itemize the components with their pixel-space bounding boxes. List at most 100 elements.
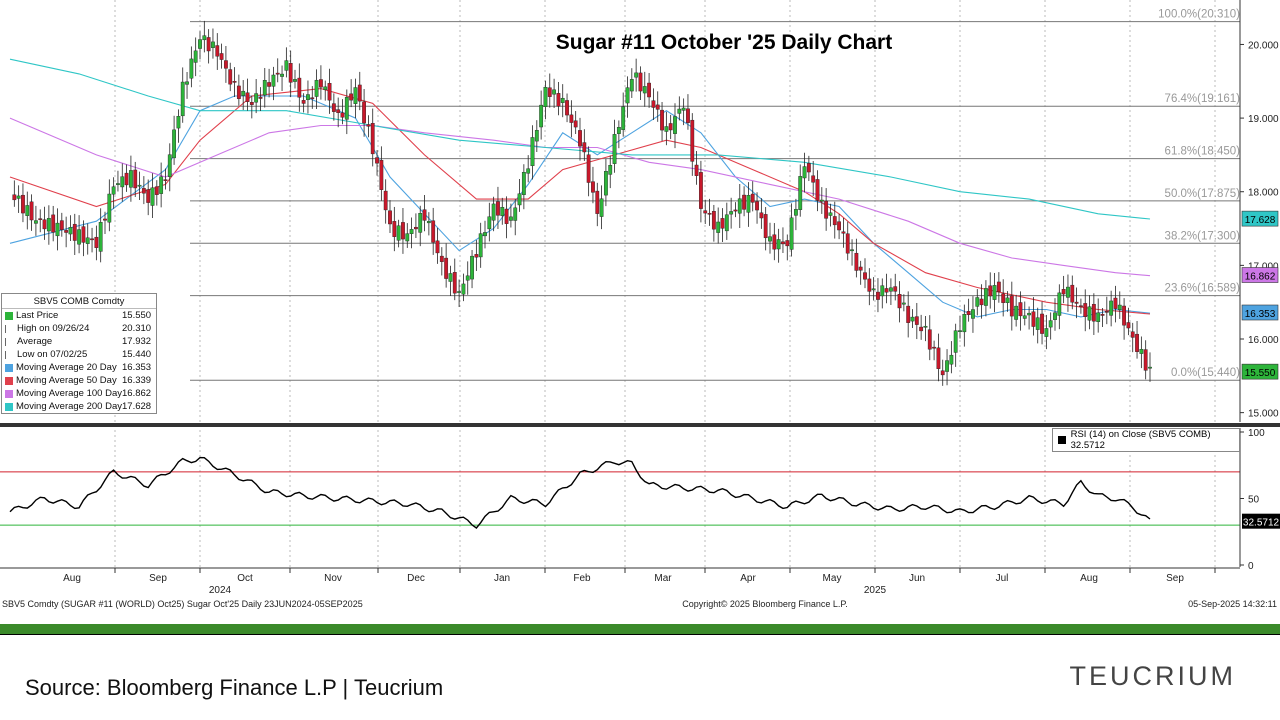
candle-body [94,236,99,248]
candle-body [971,309,975,319]
candle-body [167,154,172,177]
candle-body [668,123,673,131]
x-tick-label: May [823,573,842,584]
candle-body [129,170,133,188]
candle-body [301,100,306,104]
candle-body [224,60,228,69]
candle-body [258,96,263,99]
candle-body [616,126,621,134]
candle-body [681,107,686,111]
candle-body [1135,333,1139,352]
chart-title: Sugar #11 October '25 Daily Chart [556,31,892,54]
candle-body [1122,305,1126,326]
green-divider [0,624,1280,634]
candle-body [401,222,405,240]
candle-body [759,212,764,219]
candle-body [1018,302,1023,317]
legend-label: Average [17,336,53,347]
legend-row: Moving Average 20 Day 16.353 [2,361,156,374]
candle-body [694,164,699,176]
candle-body [185,81,189,85]
legend-label: Low on 07/02/25 [17,349,88,360]
candle-body [871,288,876,291]
candle-body [867,278,872,292]
candle-body [344,97,349,120]
candle-body [470,255,474,280]
candle-body [746,195,751,213]
candle-body [120,176,125,188]
candle-body [625,87,630,104]
candle-body [189,58,194,79]
legend-row: Moving Average 100 Day 16.862 [2,387,156,400]
bottom-right-text: 05-Sep-2025 14:32:11 [1188,599,1277,609]
candle-body [789,217,794,250]
x-tick-label: Dec [407,573,425,584]
candle-body [711,211,716,230]
candle-body [366,124,371,127]
candle-body [426,221,431,224]
candle-body [737,198,742,214]
candle-body [1083,303,1088,317]
candle-body [46,218,51,232]
candle-body [297,77,302,98]
candle-body [897,294,902,309]
candle-body [323,86,328,90]
candle-body [500,207,505,216]
candle-body [932,346,936,349]
candle-body [677,108,682,114]
panel-separator [0,423,1280,427]
candle-body [513,207,518,221]
x-tick-label: Jun [909,573,925,584]
price-tag-label: 15.550 [1245,368,1276,379]
candle-body [1100,314,1105,316]
x-tick-label: Sep [1166,573,1184,584]
candle-body [949,354,954,365]
candle-body [137,184,142,187]
candle-body [975,297,980,307]
candle-body [331,103,336,112]
fib-label: 100.0%(20.310) [1158,9,1240,21]
candle-body [107,193,112,223]
candle-body [854,252,859,271]
candle-body [634,72,639,78]
teucrium-logo: TEUCRIUM [1069,661,1236,691]
candle-body [1009,295,1014,317]
candle-body [832,216,837,226]
candle-body [414,226,418,230]
candle-body [919,326,924,332]
chart-area: 100.0%(20.310) 76.4%(19.161) 61.8%(18.450)… [0,0,1280,612]
candle-body [236,85,241,99]
y-tick-label: 15.000 [1248,409,1279,420]
candle-body [958,330,962,332]
candle-body [310,97,315,100]
candle-body [750,193,755,203]
candle-body [1048,320,1053,328]
candle-body [431,220,436,243]
candle-body [474,254,479,258]
candle-body [526,168,531,174]
legend-swatch [5,350,14,359]
candle-body [370,123,375,155]
candle-body [1096,312,1101,322]
candle-body [798,176,803,210]
candle-body [927,329,932,350]
candle-body [1130,331,1135,338]
candle-body [569,114,574,123]
candle-body [38,218,43,220]
candle-body [604,171,608,196]
candle-body [884,288,889,293]
candle-body [193,50,198,63]
candle-body [254,93,259,103]
candle-body [51,214,56,233]
legend-value: 16.862 [122,388,152,399]
candle-body [314,79,319,97]
fib-label: 0.0%(15.440) [1171,367,1240,379]
candle-body [953,330,958,353]
candle-body [565,100,569,116]
candle-body [405,233,410,242]
x-tick-label: Sep [149,573,167,584]
candle-body [595,190,600,214]
candle-body [357,84,362,102]
candle-body [552,89,556,95]
year-label: 2024 [209,585,232,596]
